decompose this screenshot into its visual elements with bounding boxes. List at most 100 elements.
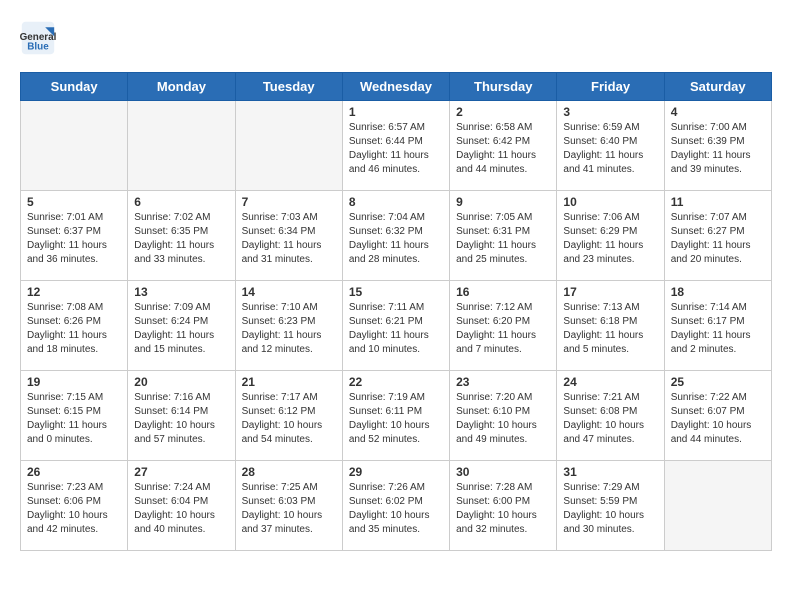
day-info: Sunrise: 7:12 AM Sunset: 6:20 PM Dayligh…: [456, 301, 550, 357]
day-info: Sunrise: 6:59 AM Sunset: 6:40 PM Dayligh…: [563, 121, 657, 177]
day-number: 1: [349, 105, 443, 119]
day-number: 17: [563, 285, 657, 299]
day-number: 28: [242, 465, 336, 479]
calendar-week-2: 5 Sunrise: 7:01 AM Sunset: 6:37 PM Daylig…: [21, 191, 772, 281]
calendar-cell: 25 Sunrise: 7:22 AM Sunset: 6:07 PM Dayli…: [664, 371, 771, 461]
day-info: Sunrise: 7:13 AM Sunset: 6:18 PM Dayligh…: [563, 301, 657, 357]
calendar-cell: 22 Sunrise: 7:19 AM Sunset: 6:11 PM Dayli…: [342, 371, 449, 461]
day-info: Sunrise: 7:20 AM Sunset: 6:10 PM Dayligh…: [456, 391, 550, 447]
day-info: Sunrise: 7:08 AM Sunset: 6:26 PM Dayligh…: [27, 301, 121, 357]
day-info: Sunrise: 7:25 AM Sunset: 6:03 PM Dayligh…: [242, 481, 336, 537]
calendar-week-3: 12 Sunrise: 7:08 AM Sunset: 6:26 PM Dayli…: [21, 281, 772, 371]
day-info: Sunrise: 7:07 AM Sunset: 6:27 PM Dayligh…: [671, 211, 765, 267]
header-thursday: Thursday: [450, 73, 557, 101]
calendar-week-5: 26 Sunrise: 7:23 AM Sunset: 6:06 PM Dayli…: [21, 461, 772, 551]
day-number: 24: [563, 375, 657, 389]
day-number: 11: [671, 195, 765, 209]
page-header: General Blue: [20, 20, 772, 56]
calendar-cell: 30 Sunrise: 7:28 AM Sunset: 6:00 PM Dayli…: [450, 461, 557, 551]
day-number: 7: [242, 195, 336, 209]
calendar-cell: 19 Sunrise: 7:15 AM Sunset: 6:15 PM Dayli…: [21, 371, 128, 461]
day-info: Sunrise: 7:28 AM Sunset: 6:00 PM Dayligh…: [456, 481, 550, 537]
day-info: Sunrise: 7:11 AM Sunset: 6:21 PM Dayligh…: [349, 301, 443, 357]
calendar-cell: [128, 101, 235, 191]
day-info: Sunrise: 7:04 AM Sunset: 6:32 PM Dayligh…: [349, 211, 443, 267]
svg-text:Blue: Blue: [27, 42, 49, 53]
calendar-cell: 12 Sunrise: 7:08 AM Sunset: 6:26 PM Dayli…: [21, 281, 128, 371]
day-number: 14: [242, 285, 336, 299]
calendar-cell: 31Sunrise: 7:29 AM Sunset: 5:59 PM Dayli…: [557, 461, 664, 551]
day-number: 6: [134, 195, 228, 209]
day-info: Sunrise: 7:14 AM Sunset: 6:17 PM Dayligh…: [671, 301, 765, 357]
calendar-cell: 6 Sunrise: 7:02 AM Sunset: 6:35 PM Daylig…: [128, 191, 235, 281]
day-number: 26: [27, 465, 121, 479]
day-number: 21: [242, 375, 336, 389]
day-info: Sunrise: 7:15 AM Sunset: 6:15 PM Dayligh…: [27, 391, 121, 447]
calendar-week-4: 19 Sunrise: 7:15 AM Sunset: 6:15 PM Dayli…: [21, 371, 772, 461]
header-saturday: Saturday: [664, 73, 771, 101]
calendar-cell: [21, 101, 128, 191]
day-info: Sunrise: 7:21 AM Sunset: 6:08 PM Dayligh…: [563, 391, 657, 447]
day-info: Sunrise: 7:09 AM Sunset: 6:24 PM Dayligh…: [134, 301, 228, 357]
calendar-cell: 1 Sunrise: 6:57 AM Sunset: 6:44 PM Daylig…: [342, 101, 449, 191]
calendar-cell: 26 Sunrise: 7:23 AM Sunset: 6:06 PM Dayli…: [21, 461, 128, 551]
calendar-cell: 10 Sunrise: 7:06 AM Sunset: 6:29 PM Dayli…: [557, 191, 664, 281]
calendar-cell: 24 Sunrise: 7:21 AM Sunset: 6:08 PM Dayli…: [557, 371, 664, 461]
day-number: 22: [349, 375, 443, 389]
calendar-cell: 21 Sunrise: 7:17 AM Sunset: 6:12 PM Dayli…: [235, 371, 342, 461]
day-info: Sunrise: 6:58 AM Sunset: 6:42 PM Dayligh…: [456, 121, 550, 177]
day-number: 12: [27, 285, 121, 299]
day-number: 3: [563, 105, 657, 119]
calendar-cell: [235, 101, 342, 191]
calendar-week-1: 1 Sunrise: 6:57 AM Sunset: 6:44 PM Daylig…: [21, 101, 772, 191]
calendar-cell: 15 Sunrise: 7:11 AM Sunset: 6:21 PM Dayli…: [342, 281, 449, 371]
day-number: 5: [27, 195, 121, 209]
day-info: Sunrise: 7:17 AM Sunset: 6:12 PM Dayligh…: [242, 391, 336, 447]
day-info: Sunrise: 7:06 AM Sunset: 6:29 PM Dayligh…: [563, 211, 657, 267]
day-number: 10: [563, 195, 657, 209]
header-row: SundayMondayTuesdayWednesdayThursdayFrid…: [21, 73, 772, 101]
calendar-cell: 5 Sunrise: 7:01 AM Sunset: 6:37 PM Daylig…: [21, 191, 128, 281]
day-number: 25: [671, 375, 765, 389]
header-wednesday: Wednesday: [342, 73, 449, 101]
header-sunday: Sunday: [21, 73, 128, 101]
day-info: Sunrise: 7:05 AM Sunset: 6:31 PM Dayligh…: [456, 211, 550, 267]
header-tuesday: Tuesday: [235, 73, 342, 101]
day-info: Sunrise: 7:19 AM Sunset: 6:11 PM Dayligh…: [349, 391, 443, 447]
day-info: Sunrise: 7:22 AM Sunset: 6:07 PM Dayligh…: [671, 391, 765, 447]
logo-icon: General Blue: [20, 20, 56, 56]
day-number: 29: [349, 465, 443, 479]
calendar-cell: 2 Sunrise: 6:58 AM Sunset: 6:42 PM Daylig…: [450, 101, 557, 191]
calendar-cell: [664, 461, 771, 551]
day-info: Sunrise: 7:16 AM Sunset: 6:14 PM Dayligh…: [134, 391, 228, 447]
logo: General Blue: [20, 20, 60, 56]
day-info: Sunrise: 7:26 AM Sunset: 6:02 PM Dayligh…: [349, 481, 443, 537]
calendar-cell: 27Sunrise: 7:24 AM Sunset: 6:04 PM Dayli…: [128, 461, 235, 551]
day-info: Sunrise: 7:01 AM Sunset: 6:37 PM Dayligh…: [27, 211, 121, 267]
day-number: 19: [27, 375, 121, 389]
day-number: 31: [563, 465, 657, 479]
day-number: 8: [349, 195, 443, 209]
calendar-cell: 16 Sunrise: 7:12 AM Sunset: 6:20 PM Dayli…: [450, 281, 557, 371]
calendar-cell: 3 Sunrise: 6:59 AM Sunset: 6:40 PM Daylig…: [557, 101, 664, 191]
calendar-cell: 13Sunrise: 7:09 AM Sunset: 6:24 PM Dayli…: [128, 281, 235, 371]
calendar-cell: 20Sunrise: 7:16 AM Sunset: 6:14 PM Dayli…: [128, 371, 235, 461]
day-info: Sunrise: 7:23 AM Sunset: 6:06 PM Dayligh…: [27, 481, 121, 537]
day-number: 15: [349, 285, 443, 299]
calendar-cell: 29 Sunrise: 7:26 AM Sunset: 6:02 PM Dayli…: [342, 461, 449, 551]
day-info: Sunrise: 7:10 AM Sunset: 6:23 PM Dayligh…: [242, 301, 336, 357]
calendar-cell: 14 Sunrise: 7:10 AM Sunset: 6:23 PM Dayli…: [235, 281, 342, 371]
calendar-cell: 7Sunrise: 7:03 AM Sunset: 6:34 PM Daylig…: [235, 191, 342, 281]
day-number: 18: [671, 285, 765, 299]
calendar-cell: 18 Sunrise: 7:14 AM Sunset: 6:17 PM Dayli…: [664, 281, 771, 371]
day-number: 2: [456, 105, 550, 119]
calendar-cell: 9Sunrise: 7:05 AM Sunset: 6:31 PM Daylig…: [450, 191, 557, 281]
day-info: Sunrise: 7:24 AM Sunset: 6:04 PM Dayligh…: [134, 481, 228, 537]
header-monday: Monday: [128, 73, 235, 101]
day-info: Sunrise: 7:02 AM Sunset: 6:35 PM Dayligh…: [134, 211, 228, 267]
calendar-cell: 8 Sunrise: 7:04 AM Sunset: 6:32 PM Daylig…: [342, 191, 449, 281]
day-number: 16: [456, 285, 550, 299]
calendar-table: SundayMondayTuesdayWednesdayThursdayFrid…: [20, 72, 772, 551]
day-info: Sunrise: 6:57 AM Sunset: 6:44 PM Dayligh…: [349, 121, 443, 177]
day-number: 30: [456, 465, 550, 479]
